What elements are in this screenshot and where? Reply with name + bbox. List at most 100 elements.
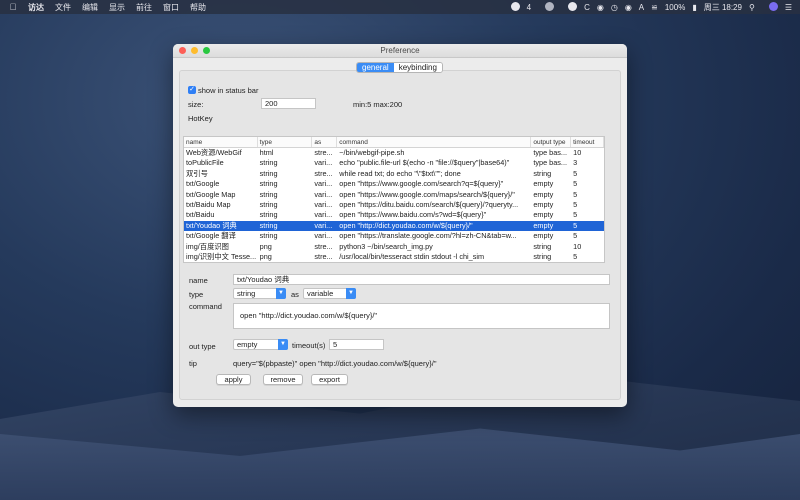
- app-icon[interactable]: [538, 1, 555, 13]
- cell-output-type: empty: [533, 179, 554, 189]
- cell-type: string: [259, 231, 278, 241]
- cell-output-type: empty: [533, 231, 554, 241]
- battery-percent[interactable]: 100%: [665, 3, 685, 12]
- cell-output-type: string: [533, 251, 552, 261]
- cell-command: open "https://www.google.com/maps/search…: [339, 189, 515, 199]
- cell-output-type: empty: [533, 189, 554, 199]
- cell-output-type: empty: [533, 220, 554, 230]
- column-header-type[interactable]: type: [258, 137, 313, 147]
- tab-keybinding[interactable]: keybinding: [393, 63, 442, 72]
- close-icon[interactable]: [179, 47, 186, 54]
- battery-icon[interactable]: ▮: [692, 3, 696, 12]
- cell-as: vari...: [314, 231, 333, 241]
- table-row[interactable]: Web资源/WebGif html stre... ~/bin/webgif-pipe…: [184, 148, 604, 158]
- lock-icon[interactable]: ◉: [625, 3, 632, 12]
- column-header-output-type[interactable]: output type: [531, 137, 572, 147]
- window-controls: [179, 47, 215, 54]
- menu-help[interactable]: 帮助: [190, 2, 206, 13]
- cell-output-type: type bas...: [533, 158, 568, 168]
- cell-name: Web资源/WebGif: [186, 148, 242, 157]
- cell-name: img/识别中文 Tesse...: [186, 251, 257, 261]
- minimize-icon[interactable]: [191, 47, 198, 54]
- table-row[interactable]: txt/Baidu Map string vari... open "https://…: [184, 200, 604, 210]
- cell-as: stre...: [314, 241, 333, 251]
- hotkey-label: HotKey: [188, 114, 213, 123]
- cell-as: vari...: [314, 158, 333, 168]
- timeout-input[interactable]: 5: [329, 339, 384, 350]
- clock-text[interactable]: 周三 18:29: [704, 2, 742, 13]
- cell-type: string: [259, 220, 278, 230]
- as-select[interactable]: variable ▼: [303, 288, 356, 299]
- menubar:  访达 文件 编辑 显示 前往 窗口 帮助 4 C ◉ ◷ ◉ A ≌ 100…: [0, 0, 800, 14]
- table-row[interactable]: toPublicFile string vari... echo "public.fi…: [184, 158, 604, 168]
- clock-icon[interactable]: ◷: [611, 3, 618, 12]
- siri-icon[interactable]: [762, 1, 778, 13]
- chevron-down-icon: ▼: [278, 339, 288, 350]
- cell-command: open "https://translate.google.com/?hl=z…: [339, 231, 517, 241]
- apple-icon[interactable]: : [8, 2, 18, 12]
- table-row[interactable]: 双引号 string stre... while read txt; do echo …: [184, 169, 604, 179]
- export-button[interactable]: export: [311, 374, 348, 385]
- titlebar[interactable]: Preference: [173, 44, 627, 58]
- cell-timeout: 5: [573, 199, 578, 209]
- cell-name: txt/Google 翻译: [186, 231, 236, 241]
- table-row[interactable]: img/识别中文 Tesse... png stre... /usr/local/bi…: [184, 252, 604, 262]
- commands-table[interactable]: name type as command output type timeout…: [183, 136, 605, 263]
- table-row[interactable]: txt/Google string vari... open "https://www…: [184, 179, 604, 189]
- letter-c-icon[interactable]: C: [584, 3, 590, 12]
- menu-file[interactable]: 文件: [55, 2, 71, 13]
- qq-icon[interactable]: [561, 1, 578, 13]
- tab-bar: general keybinding: [356, 62, 443, 73]
- column-header-as[interactable]: as: [312, 137, 338, 147]
- preference-window: Preference general keybinding ✓ show in …: [173, 44, 627, 407]
- zoom-icon[interactable]: [203, 47, 210, 54]
- cell-output-type: type bas...: [533, 148, 568, 157]
- menu-app-name[interactable]: 访达: [28, 2, 44, 13]
- notification-badge[interactable]: 4: [527, 3, 531, 12]
- table-row[interactable]: txt/Youdao 词典 string vari... open "http://d…: [184, 220, 604, 232]
- menu-edit[interactable]: 编辑: [82, 2, 98, 13]
- table-row[interactable]: txt/Google 翻译 string vari... open "https://…: [184, 231, 604, 241]
- input-method-icon[interactable]: A: [639, 3, 644, 12]
- tab-general[interactable]: general: [357, 63, 394, 72]
- command-label: command: [189, 302, 222, 311]
- column-header-command[interactable]: command: [337, 137, 532, 147]
- menu-view[interactable]: 显示: [109, 2, 125, 13]
- cell-type: string: [259, 158, 278, 168]
- record-icon[interactable]: [504, 1, 520, 13]
- cell-name: txt/Baidu: [186, 210, 215, 220]
- cell-as: vari...: [314, 210, 333, 220]
- command-textarea[interactable]: open "http://dict.youdao.com/w/${query}/…: [233, 303, 610, 329]
- timeout-label: timeout(s): [292, 341, 326, 350]
- apply-button[interactable]: apply: [216, 374, 251, 385]
- cell-as: vari...: [314, 189, 333, 199]
- cell-name: txt/Baidu Map: [186, 199, 231, 209]
- cell-type: html: [259, 148, 274, 157]
- show-in-status-bar-checkbox[interactable]: ✓: [188, 86, 196, 94]
- column-header-name[interactable]: name: [184, 137, 258, 147]
- cell-timeout: 5: [573, 168, 578, 178]
- column-header-timeout[interactable]: timeout: [571, 137, 604, 147]
- cell-command: python3 ~/bin/search_img.py: [339, 241, 433, 251]
- table-row[interactable]: img/百度识图 png stre... python3 ~/bin/search_i…: [184, 242, 604, 252]
- cell-as: stre...: [314, 168, 333, 178]
- cell-name: txt/Youdao 词典: [186, 220, 237, 230]
- size-input[interactable]: 200: [261, 98, 316, 109]
- type-select-value: string: [237, 289, 256, 298]
- menu-go[interactable]: 前往: [136, 2, 152, 13]
- notification-center-icon[interactable]: ☰: [785, 3, 792, 12]
- out-type-select[interactable]: empty ▼: [233, 339, 288, 350]
- menu-window[interactable]: 窗口: [163, 2, 179, 13]
- cell-command: echo "public.file-url $(echo -n "file://…: [339, 158, 510, 168]
- cell-timeout: 3: [573, 158, 578, 168]
- type-select[interactable]: string ▼: [233, 288, 286, 299]
- wifi-icon[interactable]: ≌: [651, 3, 658, 12]
- table-row[interactable]: txt/Baidu string vari... open "https://www.…: [184, 210, 604, 220]
- remove-button[interactable]: remove: [263, 374, 303, 385]
- table-row[interactable]: txt/Google Map string vari... open "https:/…: [184, 190, 604, 200]
- search-icon[interactable]: ⚲: [749, 3, 755, 12]
- name-input[interactable]: txt/Youdao 词典: [233, 274, 610, 285]
- size-range-text: min:5 max:200: [353, 100, 403, 109]
- name-label: name: [189, 276, 208, 285]
- wechat-icon[interactable]: ◉: [597, 3, 604, 12]
